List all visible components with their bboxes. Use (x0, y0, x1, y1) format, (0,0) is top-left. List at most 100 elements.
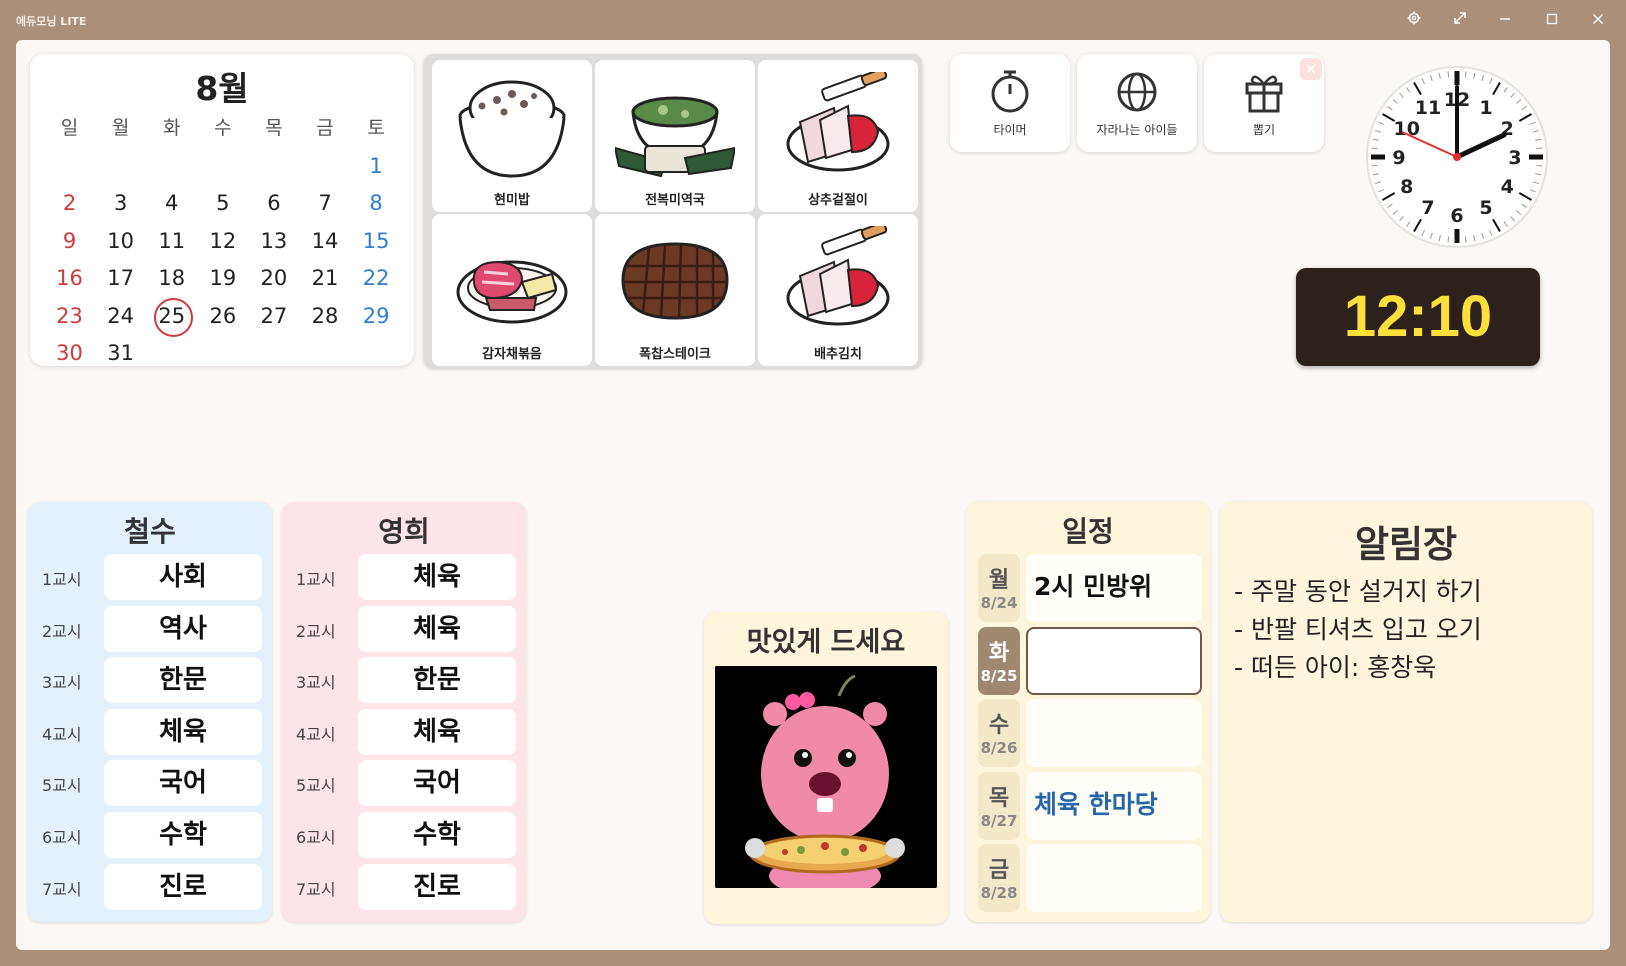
subject-cell[interactable]: 체육 (104, 708, 262, 755)
fullscreen-icon[interactable] (1446, 8, 1474, 32)
schedule-note[interactable]: 2시 민방위 (1026, 554, 1202, 622)
menu-item-2[interactable]: 전복미역국 (595, 60, 755, 212)
maximize-icon[interactable] (1538, 8, 1566, 32)
clock-number: 4 (1501, 176, 1514, 198)
window-title: 에듀모닝 LITE (16, 15, 87, 28)
period-label: 3교시 (42, 673, 82, 693)
weekday-header: 월 (111, 117, 130, 139)
subject-cell[interactable]: 한문 (358, 657, 516, 704)
menu-item-4[interactable]: 감자채볶음 (432, 214, 592, 366)
calendar-day[interactable]: 5 (197, 185, 248, 223)
calendar-day[interactable]: 19 (197, 260, 248, 298)
calendar-day[interactable]: 16 (44, 260, 95, 298)
calendar-widget: 8월 일 월 화 수 목 금 토 1 2 3 4 5 6 7 8 9 10 11 12 13 14 15 16 17 18 19 2… (30, 54, 414, 366)
calendar-day[interactable]: 27 (248, 298, 299, 336)
subject-cell[interactable]: 체육 (358, 605, 516, 652)
minimize-icon[interactable] (1491, 8, 1519, 32)
calendar-day[interactable]: 22 (351, 260, 402, 298)
calendar-day[interactable]: 25 (146, 297, 197, 336)
timetable-chulsu: 철수 1교시 사회 2교시 역사 3교시 한문 4교시 체육 5교시 국어 6교시 수학 7교시 진로 (28, 502, 272, 922)
calendar-day[interactable]: 12 (197, 223, 248, 261)
timetable-row: 3교시 한문 (28, 657, 272, 704)
date-label: 8/25 (980, 666, 1018, 685)
schedule-note[interactable]: 체육 한마당 (1026, 771, 1202, 840)
weekday-label: 월 (988, 568, 1010, 593)
growing-kids-button[interactable]: 자라나는 아이들 (1077, 54, 1197, 152)
period-label: 7교시 (296, 879, 336, 899)
calendar-day[interactable]: 14 (299, 223, 350, 261)
calendar-day[interactable]: 29 (351, 298, 402, 336)
clock-number: 1 (1479, 97, 1492, 119)
timetable-row: 2교시 체육 (282, 605, 526, 652)
subject-cell[interactable]: 국어 (104, 760, 262, 807)
calendar-day[interactable]: 8 (351, 185, 402, 223)
calendar-day[interactable]: 7 (299, 185, 350, 223)
schedule-note-input[interactable] (1026, 626, 1202, 695)
calendar-day[interactable]: 26 (197, 298, 248, 336)
calendar-day[interactable]: 1 (351, 148, 402, 186)
calendar-day[interactable]: 18 (146, 260, 197, 298)
period-label: 4교시 (296, 724, 336, 744)
remove-tool-close-icon[interactable]: × (1300, 58, 1322, 80)
digital-clock: 12:10 (1296, 268, 1540, 366)
menu-item-6[interactable]: 배추김치 (758, 214, 918, 366)
draw-lots-button[interactable]: 뽑기 × (1204, 54, 1324, 152)
schedule-row: 목 8/27 체육 한마당 (978, 771, 1202, 840)
calendar-empty (351, 335, 402, 373)
subject-cell[interactable]: 한문 (104, 657, 262, 704)
period-label: 1교시 (296, 570, 336, 589)
calendar-day[interactable]: 20 (248, 260, 299, 298)
calendar-day[interactable]: 6 (248, 185, 299, 223)
subject-cell[interactable]: 체육 (358, 554, 516, 600)
schedule-note[interactable] (1026, 844, 1202, 912)
calendar-day[interactable]: 17 (95, 260, 146, 298)
weekday-label: 수 (988, 713, 1010, 738)
subject-cell[interactable]: 수학 (358, 812, 516, 858)
calendar-day[interactable]: 2 (44, 185, 95, 223)
calendar-day[interactable]: 30 (44, 335, 95, 373)
menu-item-5[interactable]: 폭찹스테이크 (595, 214, 755, 366)
close-icon[interactable] (1584, 8, 1612, 32)
calendar-day[interactable]: 31 (95, 335, 146, 373)
calendar-grid: 일 월 화 수 목 금 토 1 2 3 4 5 6 7 8 9 10 11 12 13 14 15 16 17 18 19 20 21… (44, 110, 402, 373)
timer-button[interactable]: 타이머 (950, 54, 1070, 152)
lettuce-salad-icon (786, 72, 890, 172)
schedule-day: 금 8/28 (978, 844, 1020, 912)
calendar-day[interactable]: 23 (44, 298, 95, 336)
calendar-day[interactable]: 10 (95, 223, 146, 261)
subject-cell[interactable]: 역사 (104, 605, 262, 652)
subject-cell[interactable]: 진로 (104, 863, 262, 910)
subject-cell[interactable]: 체육 (358, 708, 516, 755)
subject-cell[interactable]: 수학 (104, 812, 262, 858)
timetable-row: 6교시 수학 (28, 812, 272, 858)
calendar-day[interactable]: 15 (351, 223, 402, 261)
schedule-day: 수 8/26 (978, 699, 1020, 767)
calendar-day[interactable]: 3 (95, 185, 146, 223)
schedule-note[interactable] (1026, 699, 1202, 767)
settings-gear-icon[interactable] (1400, 8, 1428, 32)
meal-greeting-panel: 맛있게 드세요 (704, 612, 948, 924)
timetable-row: 1교시 체육 (282, 554, 526, 600)
calendar-day[interactable]: 9 (44, 223, 95, 261)
notice-line: - 떠든 아이: 홍창욱 (1234, 653, 1437, 682)
period-label: 6교시 (296, 828, 336, 847)
menu-item-3[interactable]: 상추겉절이 (758, 60, 918, 212)
calendar-day[interactable]: 24 (95, 298, 146, 336)
subject-cell[interactable]: 진로 (358, 863, 516, 910)
character-pizza-image (715, 666, 937, 888)
subject-cell[interactable]: 사회 (104, 554, 262, 600)
calendar-day[interactable]: 21 (299, 260, 350, 298)
timetable-row: 1교시 사회 (28, 554, 272, 600)
subject-cell[interactable]: 국어 (358, 760, 516, 807)
clock-number: 5 (1479, 197, 1492, 219)
calendar-day[interactable]: 28 (299, 298, 350, 336)
clock-number: 7 (1421, 197, 1434, 219)
menu-item-1[interactable]: 현미밥 (432, 60, 592, 212)
calendar-day[interactable]: 13 (248, 223, 299, 261)
calendar-day[interactable]: 11 (146, 223, 197, 261)
lunch-menu-panel: 현미밥 전복미역국 상추겉절이 감자채볶음 폭찹스테이크 배추김치 (424, 54, 922, 368)
calendar-day[interactable]: 4 (146, 185, 197, 223)
period-label: 4교시 (42, 724, 82, 744)
schedule-row: 화 8/25 (978, 626, 1202, 695)
menu-item-label: 전복미역국 (645, 193, 705, 208)
